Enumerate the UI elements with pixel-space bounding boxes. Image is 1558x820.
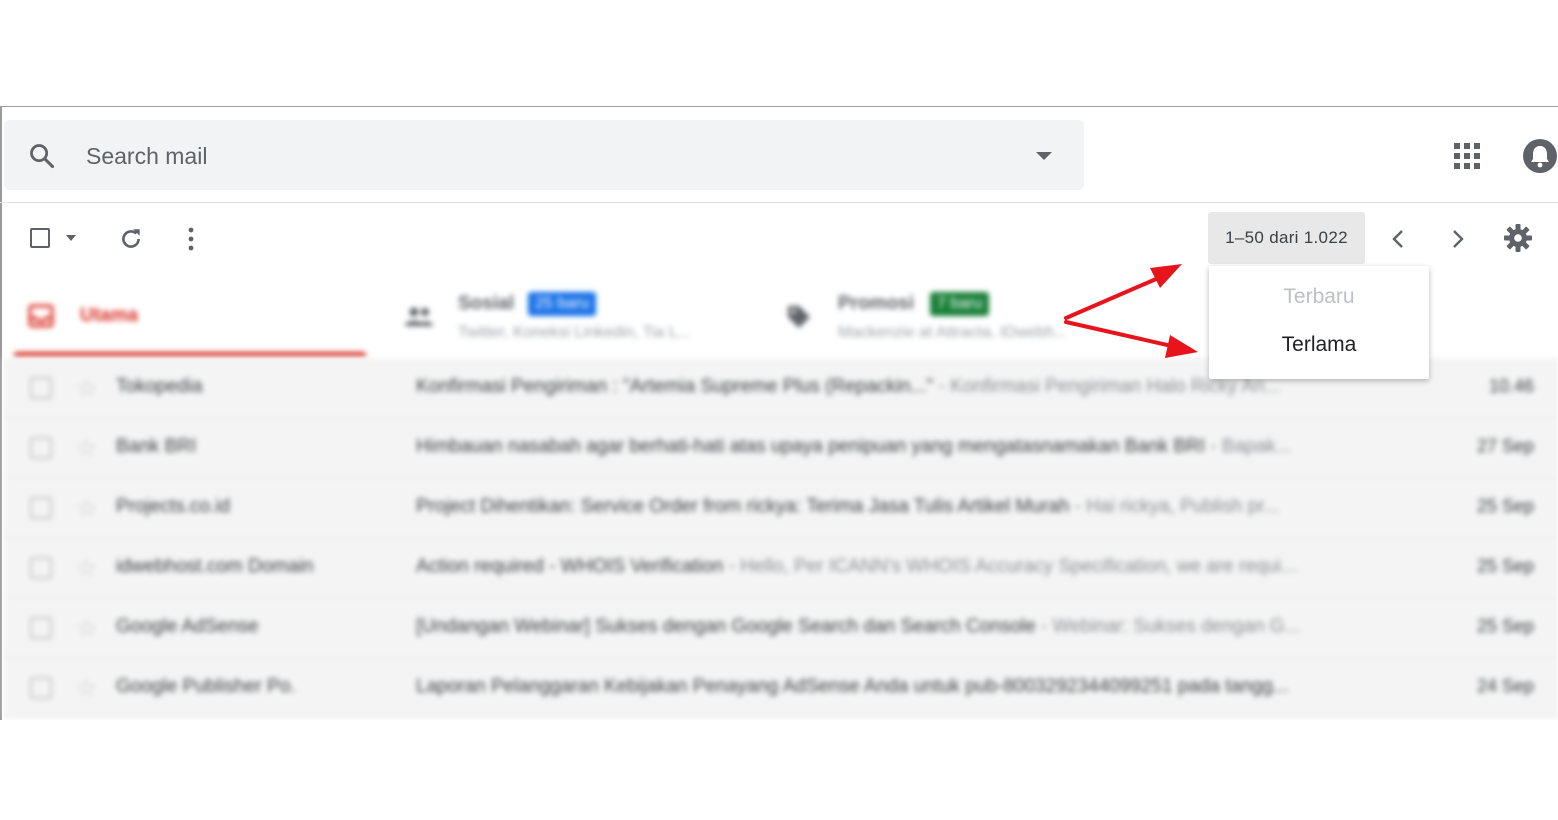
email-snippet: - Hello, Per ICANN's WHOIS Accuracy Spec…: [723, 556, 1298, 577]
refresh-icon[interactable]: [118, 226, 144, 252]
email-subject-line: Laporan Pelanggaran Kebijakan Penayang A…: [416, 676, 1396, 698]
tab-label: Utama: [80, 305, 139, 326]
row-checkbox[interactable]: [30, 557, 52, 579]
email-sender: idwebhost.com Domain: [116, 556, 314, 577]
tab-subtitle: Twitter, Koneksi Linkedin, Tia L...: [458, 324, 692, 341]
email-date: 25 Sep: [1476, 616, 1534, 636]
star-icon[interactable]: ☆: [76, 374, 98, 403]
email-sender: Projects.co.id: [116, 496, 231, 517]
email-row[interactable]: ☆ Google Publisher Po. Laporan Pelanggar…: [4, 658, 1558, 718]
email-snippet: - Konfirmasi Pengiriman Halo Ricky An...: [933, 376, 1281, 397]
email-subject-line: Himbauan nasabah agar berhati-hati atas …: [416, 436, 1396, 458]
row-checkbox[interactable]: [30, 377, 52, 399]
search-input[interactable]: [84, 138, 988, 174]
row-checkbox[interactable]: [30, 617, 52, 639]
email-subject: Action required - WHOIS Verification: [416, 556, 724, 577]
email-snippet: - Webinar: Sukses dengan G...: [1035, 616, 1301, 637]
search-options-dropdown-icon[interactable]: [1032, 148, 1056, 164]
email-sender: Google AdSense: [116, 616, 259, 637]
new-count-badge: 7 baru: [930, 292, 990, 316]
email-subject-line: Action required - WHOIS Verification - H…: [416, 556, 1396, 578]
people-icon: [405, 307, 433, 326]
search-icon[interactable]: [28, 142, 56, 170]
new-count-badge: 25 baru: [528, 292, 597, 316]
sort-order-menu: Terbaru Terlama: [1209, 266, 1429, 379]
row-checkbox[interactable]: [30, 437, 52, 459]
email-sender: Google Publisher Po.: [116, 676, 296, 697]
tag-icon: [788, 306, 810, 328]
tab-label: Promosi: [838, 293, 915, 314]
email-row[interactable]: ☆ idwebhost.com Domain Action required -…: [4, 538, 1558, 598]
top-divider: [0, 106, 1558, 107]
apps-grid-icon[interactable]: [1453, 142, 1481, 170]
email-subject-line: Project Dihentikan: Service Order from r…: [416, 496, 1396, 518]
inbox-icon: [28, 304, 54, 328]
email-date: 27 Sep: [1476, 436, 1534, 456]
pagination-range-button[interactable]: 1–50 dari 1.022: [1208, 212, 1365, 264]
email-subject: Laporan Pelanggaran Kebijakan Penayang A…: [416, 676, 1289, 697]
email-subject-line: [Undangan Webinar] Sukses dengan Google …: [416, 616, 1396, 638]
arrow-to-pager-icon: [1150, 264, 1182, 288]
row-checkbox[interactable]: [30, 677, 52, 699]
chevron-left-icon[interactable]: [1388, 228, 1408, 250]
arrow-to-terlama-icon: [1165, 335, 1198, 358]
star-icon[interactable]: ☆: [76, 674, 98, 703]
email-date: 25 Sep: [1476, 556, 1534, 576]
sort-oldest-option[interactable]: Terlama: [1209, 325, 1429, 365]
star-icon[interactable]: ☆: [76, 554, 98, 583]
email-date: 25 Sep: [1476, 496, 1534, 516]
email-subject-line: Konfirmasi Pengiriman : "Artemia Supreme…: [416, 376, 1396, 398]
left-edge: [0, 107, 2, 722]
tab-sosial[interactable]: Sosial 25 baru Twitter, Koneksi Linkedin…: [400, 278, 760, 358]
email-row[interactable]: ☆ Google AdSense [Undangan Webinar] Suks…: [4, 598, 1558, 658]
email-sender: Tokopedia: [116, 376, 203, 397]
tab-promosi[interactable]: Promosi 7 baru Mackenzie at Attracta, ID…: [780, 278, 1110, 358]
more-options-icon[interactable]: [184, 226, 198, 252]
email-subject: Himbauan nasabah agar berhati-hati atas …: [416, 436, 1206, 457]
page-bottom-margin: [0, 720, 1558, 820]
email-sender: Bank BRI: [116, 436, 197, 457]
email-subject: Konfirmasi Pengiriman : "Artemia Supreme…: [416, 376, 934, 397]
settings-gear-icon[interactable]: [1503, 223, 1533, 253]
email-snippet: - Hai rickya, Publish pr...: [1069, 496, 1280, 517]
notifications-icon[interactable]: [1522, 138, 1558, 174]
email-row[interactable]: ☆ Bank BRI Himbauan nasabah agar berhati…: [4, 418, 1558, 478]
email-date: 10.46: [1488, 376, 1534, 396]
tab-label: Sosial: [458, 293, 514, 314]
star-icon[interactable]: ☆: [76, 614, 98, 643]
select-all-checkbox[interactable]: [30, 228, 50, 248]
email-subject: [Undangan Webinar] Sukses dengan Google …: [416, 616, 1036, 637]
select-dropdown-icon[interactable]: [64, 233, 78, 243]
tab-subtitle: Mackenzie at Attracta, IDwebh...: [838, 324, 1068, 341]
email-row[interactable]: ☆ Projects.co.id Project Dihentikan: Ser…: [4, 478, 1558, 538]
email-snippet: - Bapak...: [1205, 436, 1292, 457]
header-divider: [0, 202, 1558, 203]
chevron-right-icon[interactable]: [1448, 228, 1468, 250]
star-icon[interactable]: ☆: [76, 494, 98, 523]
active-tab-indicator: [14, 352, 366, 357]
tab-utama[interactable]: Utama: [14, 278, 366, 358]
star-icon[interactable]: ☆: [76, 434, 98, 463]
email-subject: Project Dihentikan: Service Order from r…: [416, 496, 1070, 517]
email-date: 24 Sep: [1476, 676, 1534, 696]
sort-newest-option: Terbaru: [1283, 285, 1355, 308]
search-bar[interactable]: [4, 120, 1084, 190]
row-checkbox[interactable]: [30, 497, 52, 519]
